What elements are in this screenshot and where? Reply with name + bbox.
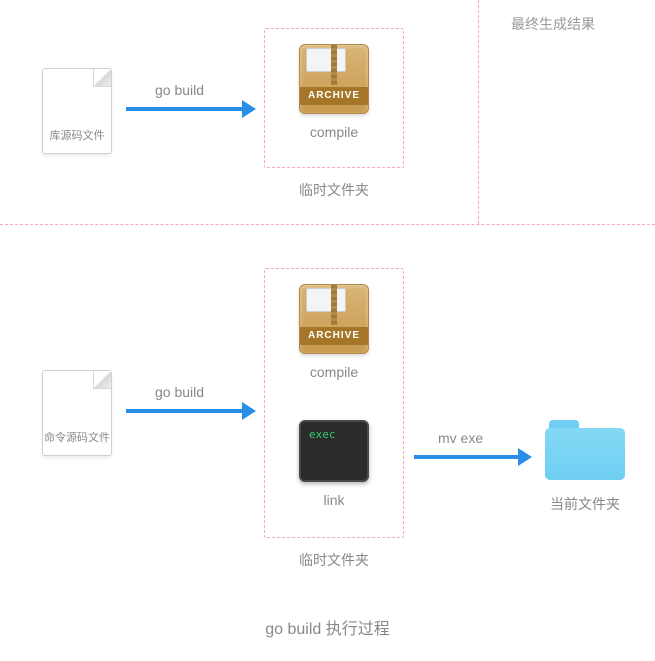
library-source-file-icon: 库源码文件 (42, 68, 112, 154)
mv-exe-arrow (414, 452, 532, 462)
command-source-file-label: 命令源码文件 (43, 429, 111, 445)
compile-caption-top: compile (299, 124, 369, 140)
link-caption: link (299, 492, 369, 508)
go-build-arrow-bottom (126, 406, 256, 416)
command-source-file-icon: 命令源码文件 (42, 370, 112, 456)
diagram-title: go build 执行过程 (0, 615, 655, 639)
mv-exe-arrow-label: mv exe (438, 430, 483, 446)
go-build-arrow-top (126, 104, 256, 114)
archive-band-bottom: ARCHIVE (300, 327, 368, 345)
archive-band-top: ARCHIVE (300, 87, 368, 105)
archive-icon-bottom: ARCHIVE (299, 284, 369, 354)
horizontal-divider (0, 224, 655, 225)
exec-text: exec (309, 428, 336, 441)
compile-caption-bottom: compile (299, 364, 369, 380)
current-folder-label: 当前文件夹 (540, 494, 630, 514)
final-result-label: 最终生成结果 (511, 14, 595, 34)
current-folder-icon (545, 420, 625, 480)
temp-folder-label-top: 临时文件夹 (284, 180, 384, 200)
archive-icon-top: ARCHIVE (299, 44, 369, 114)
go-build-arrow-top-label: go build (155, 82, 204, 98)
vertical-divider (478, 0, 479, 224)
terminal-exec-icon: exec (299, 420, 369, 482)
library-source-file-label: 库源码文件 (43, 127, 111, 143)
go-build-arrow-bottom-label: go build (155, 384, 204, 400)
temp-folder-label-bottom: 临时文件夹 (284, 550, 384, 570)
